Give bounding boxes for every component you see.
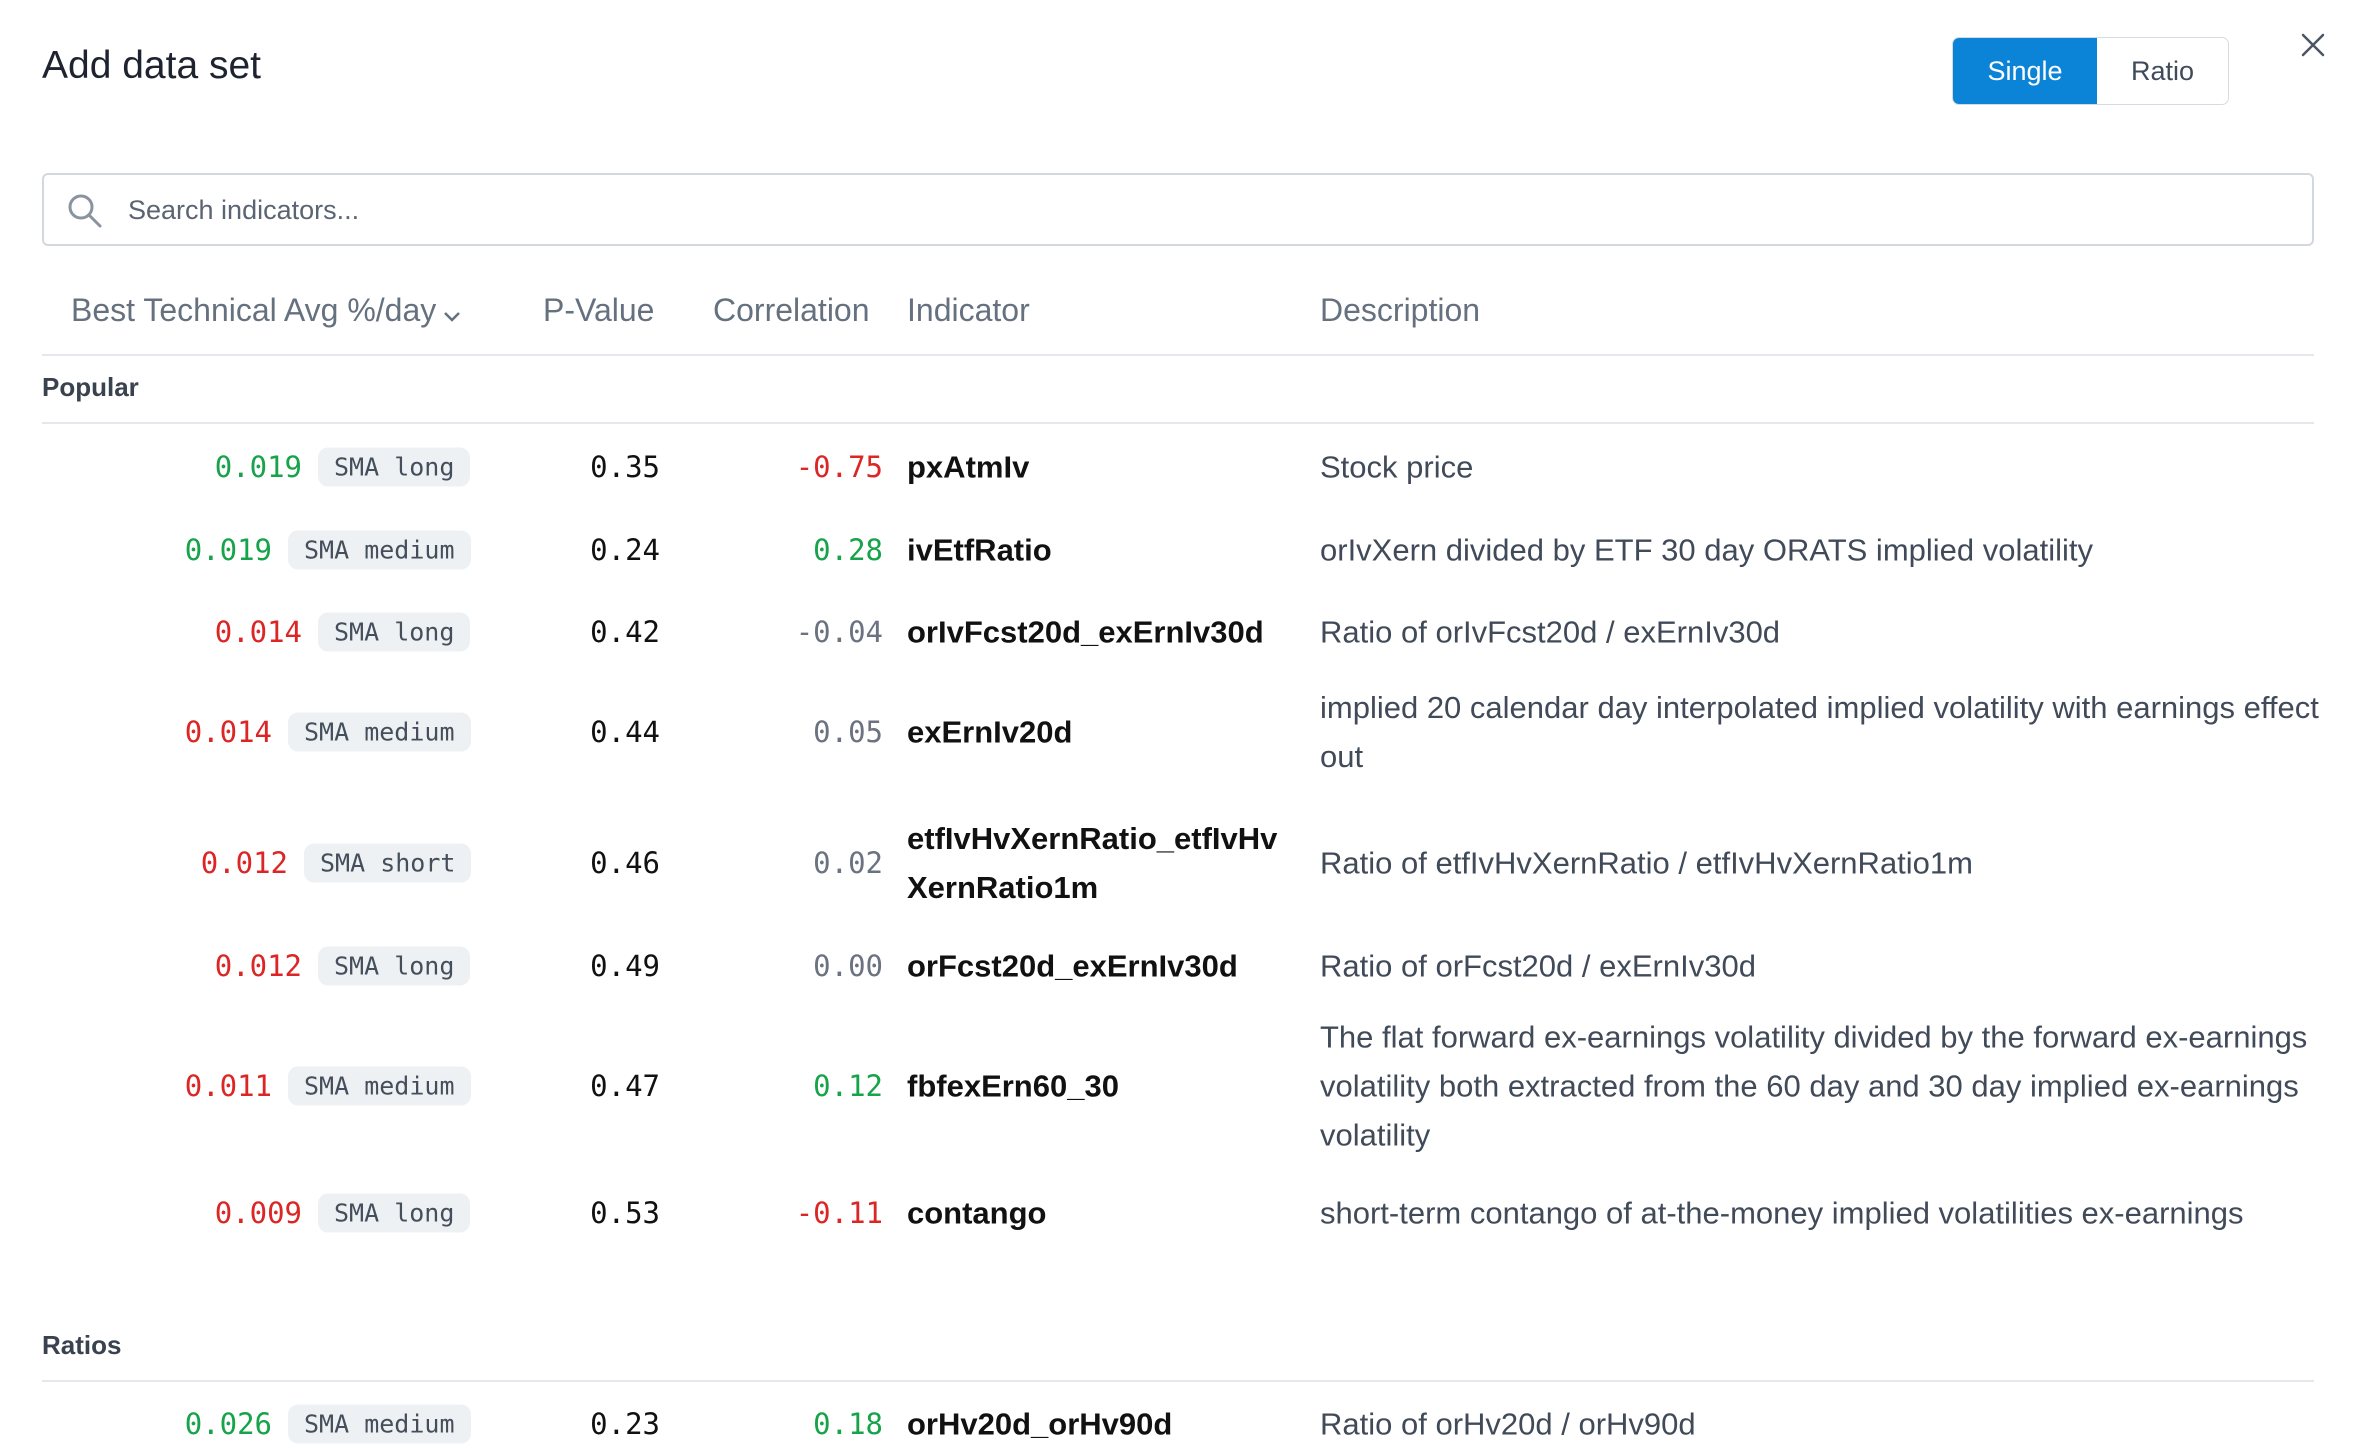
pvalue-value: 0.35 — [590, 450, 660, 484]
indicator-name: etfIvHvXernRatio_etfIvHvXernRatio1m — [907, 821, 1278, 905]
technical-badge: SMA long — [318, 1193, 471, 1233]
header-divider — [42, 354, 2314, 356]
close-icon[interactable] — [2296, 28, 2330, 62]
group-label: Ratios — [42, 1330, 122, 1360]
pvalue-value: 0.24 — [590, 533, 660, 567]
technical-badge: SMA long — [318, 946, 471, 986]
indicator-description: implied 20 calendar day interpolated imp… — [1320, 690, 2319, 774]
description-header: Description — [1320, 292, 1481, 328]
indicator-description: Ratio of orFcst20d / exErnIv30d — [1320, 948, 1756, 984]
indicator-description: Ratio of orIvFcst20d / exErnIv30d — [1320, 614, 1781, 650]
avg-value: 0.019 — [214, 450, 302, 484]
technical-badge: SMA medium — [288, 1066, 471, 1106]
pvalue-value: 0.44 — [590, 715, 660, 749]
table-row[interactable]: 0.019 SMA long 0.35 -0.75 pxAtmIv Stock price — [0, 435, 2354, 499]
table-row[interactable]: 0.019 SMA medium 0.24 0.28 ivEtfRatio orIvXer… — [0, 518, 2354, 582]
indicator-header: Indicator — [907, 292, 1030, 328]
search-input[interactable] — [126, 185, 2230, 235]
pvalue-value: 0.47 — [590, 1069, 660, 1103]
indicator-description: orIvXern divided by ETF 30 day ORATS imp… — [1320, 532, 2094, 568]
indicator-name: ivEtfRatio — [907, 532, 1052, 568]
table-row[interactable]: 0.014 SMA medium 0.44 0.05 exErnIv20d implied… — [0, 682, 2354, 782]
indicator-name: fbfexErn60_30 — [907, 1068, 1119, 1104]
pvalue-value: 0.46 — [590, 846, 660, 880]
indicator-name: exErnIv20d — [907, 714, 1073, 750]
indicator-description: short-term contango of at-the-money impl… — [1320, 1195, 2244, 1231]
indicator-name: orIvFcst20d_exErnIv30d — [907, 614, 1264, 650]
correlation-value: 0.05 — [813, 715, 883, 749]
table-row[interactable]: 0.014 SMA long 0.42 -0.04 orIvFcst20d_exErnI… — [0, 600, 2354, 664]
single-toggle-button[interactable]: Single — [1953, 38, 2097, 104]
correlation-value: 0.02 — [813, 846, 883, 880]
avg-value: 0.019 — [184, 533, 272, 567]
chevron-down-icon — [442, 294, 462, 331]
table-row[interactable]: 0.026 SMA medium 0.23 0.18 orHv20d_orHv90d Ra… — [0, 1392, 2354, 1456]
correlation-value: 0.00 — [813, 949, 883, 983]
search-box — [42, 173, 2314, 246]
technical-badge: SMA medium — [288, 530, 471, 570]
table-row[interactable]: 0.012 SMA long 0.49 0.00 orFcst20d_exErnIv30… — [0, 934, 2354, 998]
indicator-name: orHv20d_orHv90d — [907, 1406, 1173, 1442]
pvalue-header: P-Value — [543, 292, 655, 328]
correlation-header: Correlation — [713, 292, 870, 328]
group-divider — [42, 422, 2314, 424]
avg-value: 0.014 — [184, 715, 272, 749]
indicator-description: Stock price — [1320, 449, 1474, 485]
correlation-value: 0.12 — [813, 1069, 883, 1103]
avg-value: 0.014 — [214, 615, 302, 649]
technical-badge: SMA medium — [288, 712, 471, 752]
table-row[interactable]: 0.012 SMA short 0.46 0.02 etfIvHvXernRatio_e… — [0, 804, 2354, 922]
sort-avg-header[interactable]: Best Technical Avg %/day — [71, 292, 462, 331]
pvalue-value: 0.53 — [590, 1196, 660, 1230]
technical-badge: SMA short — [304, 843, 472, 883]
avg-value: 0.026 — [184, 1407, 272, 1441]
group-divider — [42, 1380, 2314, 1382]
table-row[interactable]: 0.011 SMA medium 0.47 0.12 fbfexErn60_30 The … — [0, 1016, 2354, 1156]
modal-title: Add data set — [42, 44, 261, 87]
indicator-name: contango — [907, 1195, 1047, 1231]
correlation-value: 0.18 — [813, 1407, 883, 1441]
search-icon — [66, 192, 104, 235]
pvalue-value: 0.49 — [590, 949, 660, 983]
avg-value: 0.012 — [214, 949, 302, 983]
indicator-name: pxAtmIv — [907, 449, 1030, 485]
pvalue-value: 0.42 — [590, 615, 660, 649]
correlation-value: 0.28 — [813, 533, 883, 567]
pvalue-value: 0.23 — [590, 1407, 660, 1441]
indicator-description: Ratio of etfIvHvXernRatio / etfIvHvXernR… — [1320, 845, 1973, 881]
avg-value: 0.012 — [200, 846, 288, 880]
indicator-name: orFcst20d_exErnIv30d — [907, 948, 1238, 984]
technical-badge: SMA long — [318, 612, 471, 652]
ratio-toggle-button[interactable]: Ratio — [2097, 38, 2228, 104]
correlation-value: -0.04 — [795, 615, 883, 649]
mode-toggle: Single Ratio — [1952, 37, 2229, 105]
correlation-value: -0.75 — [795, 450, 883, 484]
indicator-description: The flat forward ex-earnings volatility … — [1320, 1019, 2308, 1153]
table-row[interactable]: 0.009 SMA long 0.53 -0.11 contango short-term… — [0, 1181, 2354, 1245]
avg-value: 0.011 — [184, 1069, 272, 1103]
correlation-value: -0.11 — [795, 1196, 883, 1230]
avg-value: 0.009 — [214, 1196, 302, 1230]
technical-badge: SMA long — [318, 447, 471, 487]
indicator-description: Ratio of orHv20d / orHv90d — [1320, 1406, 1696, 1442]
avg-header-label: Best Technical Avg %/day — [71, 292, 437, 328]
group-label: Popular — [42, 372, 139, 402]
